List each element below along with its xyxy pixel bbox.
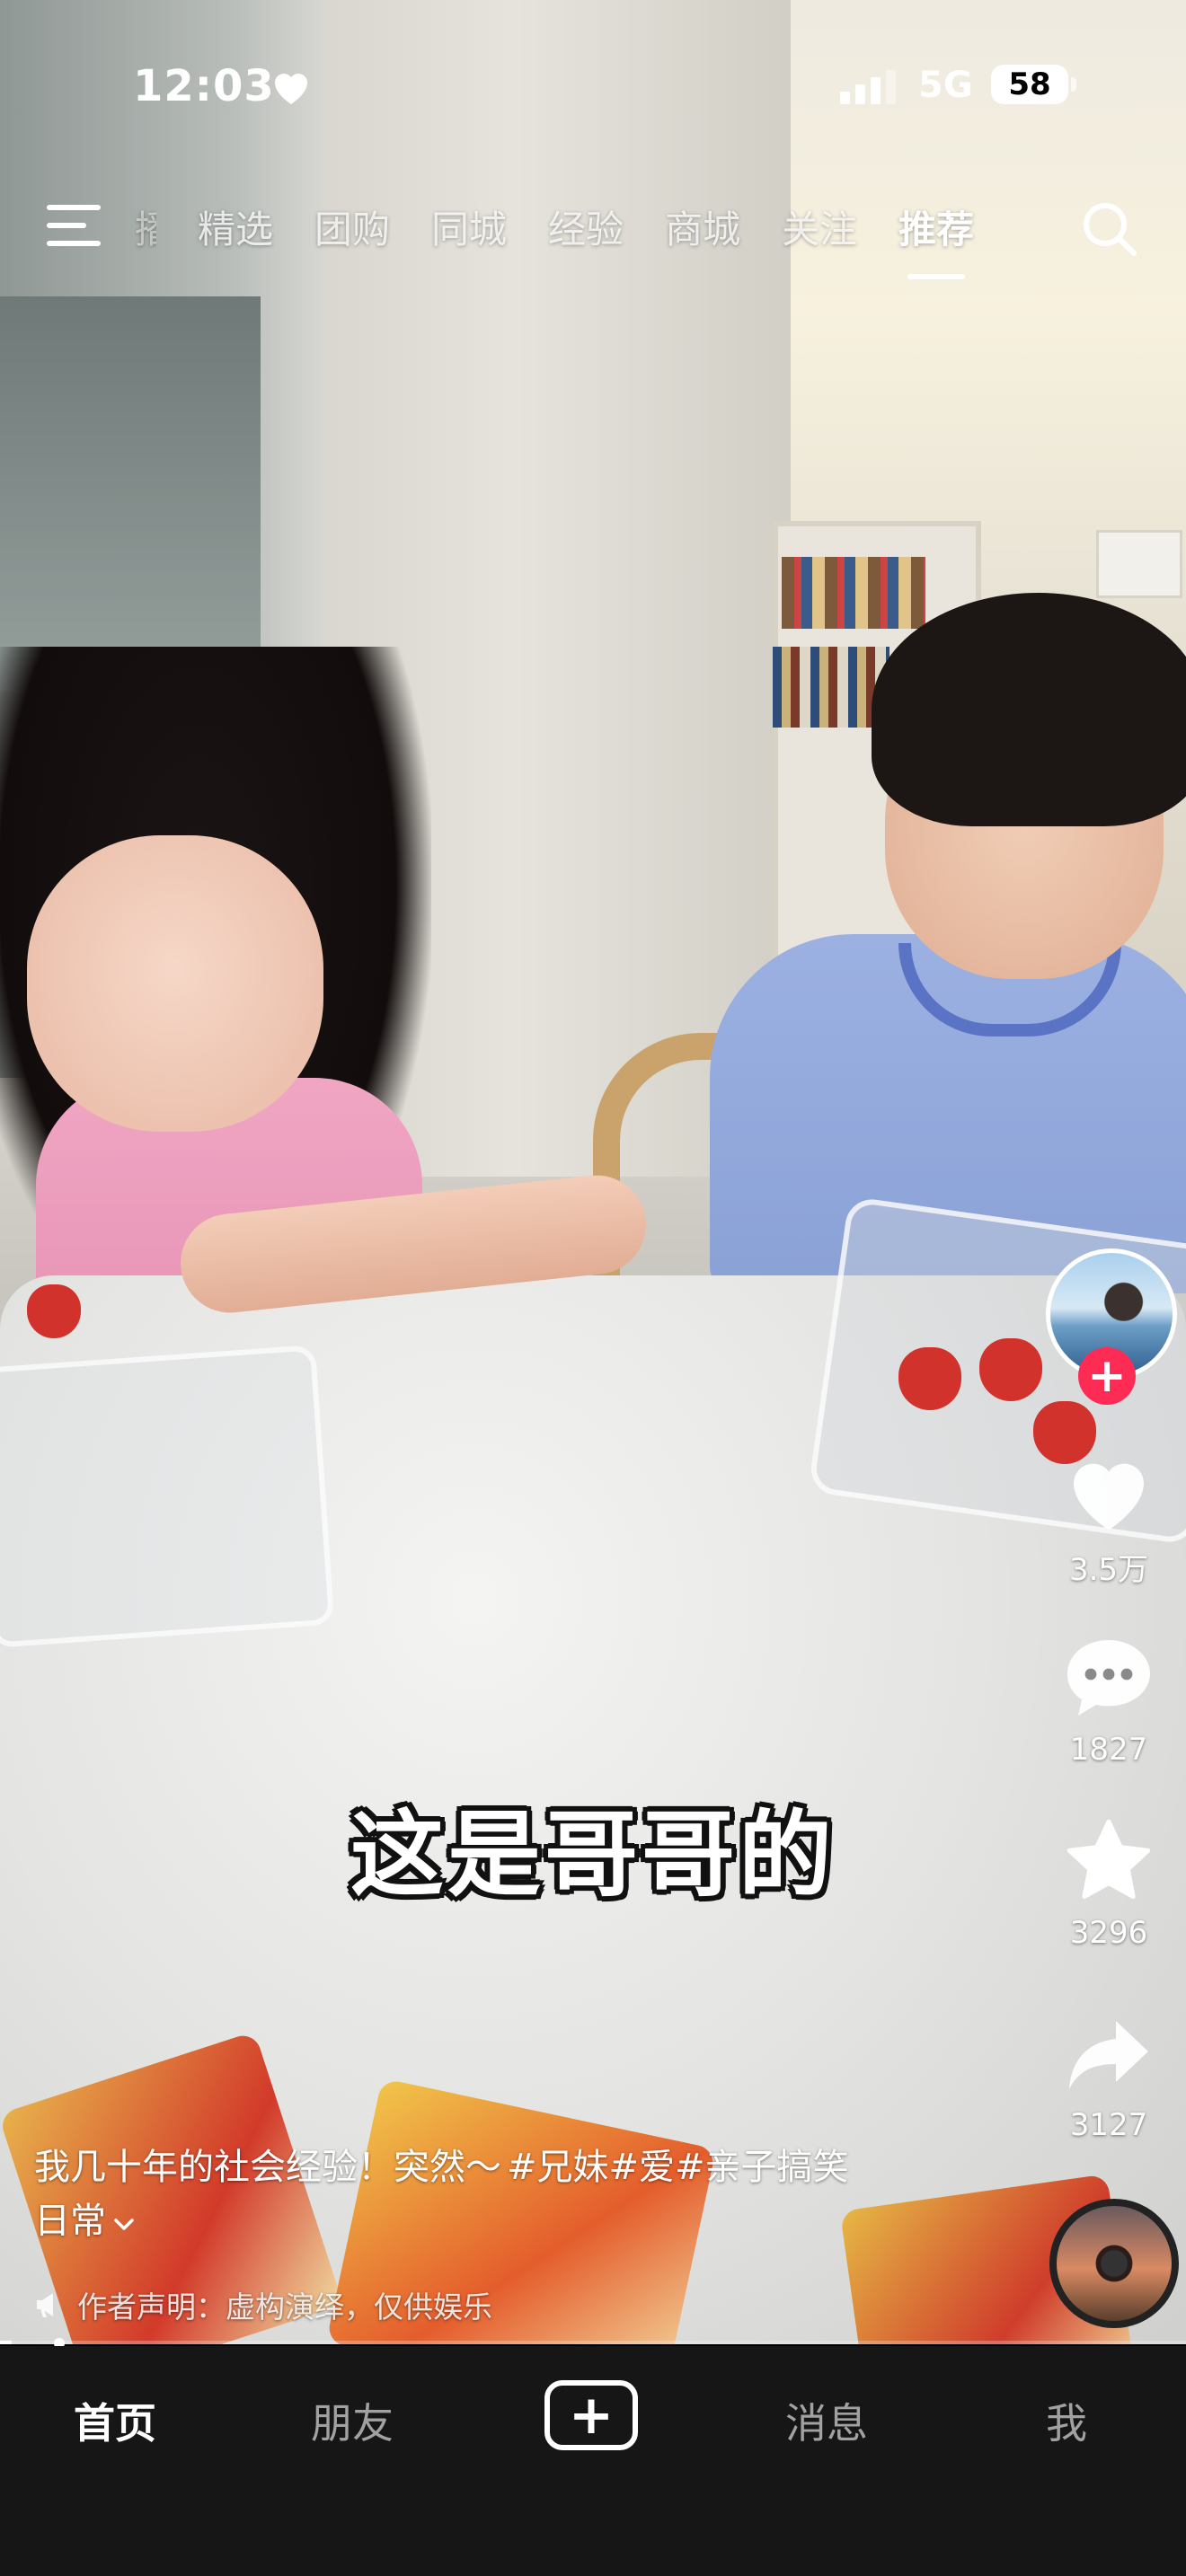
favorite-count: 3296 (1069, 1915, 1148, 1951)
heart-icon (275, 74, 307, 104)
screen: 12:03 5G 58 播 精选 团购 同城 经验 商城 关注 推荐 这是哥哥的… (0, 0, 1186, 2576)
nav-messages[interactable]: 消息 (785, 2391, 868, 2450)
plus-icon: + (1087, 1349, 1127, 1403)
video-strawberry (898, 1347, 961, 1410)
tab-recommended[interactable]: 推荐 (898, 199, 974, 279)
battery-level: 58 (991, 65, 1068, 104)
video-wall-unit (1096, 530, 1182, 598)
megaphone-icon (37, 2293, 53, 2317)
star-icon (1067, 1819, 1151, 1900)
signal-icon (840, 70, 896, 104)
bottom-nav: 首页 朋友 + 消息 我 (0, 2346, 1186, 2576)
video-tray (0, 1345, 335, 1648)
tab-mall[interactable]: 商城 (665, 199, 740, 254)
create-button[interactable]: + (544, 2380, 638, 2450)
music-disc[interactable] (1049, 2199, 1179, 2328)
playback-progress-fill (0, 2341, 13, 2344)
like-button[interactable]: 3.5万 (1051, 1448, 1166, 1589)
nav-me[interactable]: 我 (1046, 2391, 1087, 2450)
tab-partial[interactable]: 播 (135, 199, 156, 254)
share-icon (1069, 2021, 1148, 2089)
video-strawberry (979, 1338, 1042, 1401)
nav-friends[interactable]: 朋友 (311, 2391, 394, 2450)
tab-following[interactable]: 关注 (782, 199, 857, 254)
top-tabs: 播 精选 团购 同城 经验 商城 关注 推荐 (135, 199, 1015, 279)
heart-icon (1074, 1463, 1144, 1531)
search-icon[interactable] (1078, 198, 1141, 260)
chevron-down-icon[interactable] (111, 2194, 137, 2248)
video-description[interactable]: 我几十年的社会经验！突然～ #兄妹#爱#亲子搞笑 日常 (34, 2140, 933, 2248)
hashtags[interactable]: #兄妹#爱#亲子搞笑 (507, 2147, 849, 2188)
comment-button[interactable]: 1827 (1051, 1635, 1166, 1768)
video-boy-hair (872, 593, 1186, 826)
status-time: 12:03 (133, 61, 275, 111)
nav-home[interactable]: 首页 (74, 2391, 156, 2450)
description-text: 我几十年的社会经验！突然～ (34, 2147, 501, 2188)
comment-icon (1067, 1640, 1150, 1716)
video-subtitle: 这是哥哥的 (350, 1800, 836, 1910)
disclaimer-text: 作者声明：虚构演绎，仅供娱乐 (77, 2289, 492, 2325)
tab-featured[interactable]: 精选 (198, 199, 273, 254)
follow-button[interactable]: + (1078, 1347, 1136, 1405)
menu-icon[interactable] (47, 205, 101, 248)
battery-tip (1071, 77, 1076, 92)
author-disclaimer: 作者声明：虚构演绎，仅供娱乐 (34, 2283, 492, 2326)
video-girl-face (27, 835, 323, 1132)
description-line2: 日常 (34, 2201, 106, 2242)
tab-group-buy[interactable]: 团购 (314, 199, 390, 254)
favorite-button[interactable]: 3296 (1051, 1818, 1166, 1951)
tab-experience[interactable]: 经验 (548, 199, 624, 254)
playback-progress[interactable] (0, 2341, 1186, 2344)
share-button[interactable]: 3127 (1051, 2014, 1166, 2143)
video-books (782, 557, 925, 629)
tab-nearby[interactable]: 同城 (431, 199, 507, 254)
video-window (0, 296, 261, 692)
video-strawberry (27, 1284, 81, 1338)
share-count: 3127 (1069, 2107, 1148, 2143)
video-frame[interactable] (0, 0, 1186, 2344)
network-type: 5G (918, 65, 973, 106)
comment-count: 1827 (1069, 1732, 1148, 1768)
like-count: 3.5万 (1068, 1552, 1149, 1588)
